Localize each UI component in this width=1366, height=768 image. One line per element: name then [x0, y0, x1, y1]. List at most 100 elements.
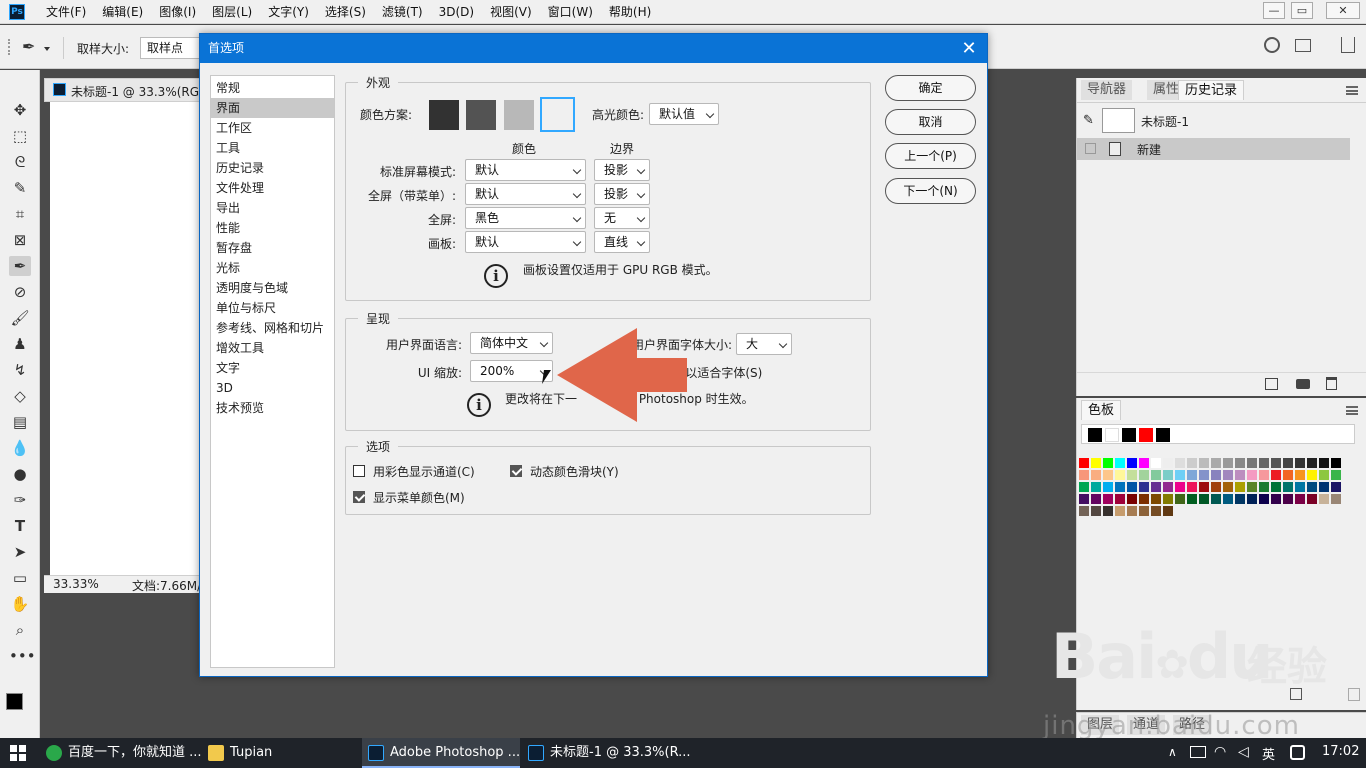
menu-file[interactable]: 文件(F) — [38, 0, 94, 24]
category-export[interactable]: 导出 — [211, 198, 334, 218]
swatch[interactable] — [1283, 494, 1293, 504]
swatch[interactable] — [1199, 470, 1209, 480]
eraser-tool-icon[interactable]: ◇ — [9, 386, 31, 406]
swatch[interactable] — [1115, 494, 1125, 504]
swatch[interactable] — [1103, 470, 1113, 480]
swatch[interactable] — [1127, 506, 1137, 516]
swatch[interactable] — [1163, 482, 1173, 492]
dynamic-sliders-checkbox[interactable] — [510, 465, 522, 477]
stamp-tool-icon[interactable]: ♟ — [9, 334, 31, 354]
new-swatch-icon[interactable] — [1290, 688, 1302, 700]
scheme-swatch-dark[interactable] — [429, 100, 459, 130]
swatch[interactable] — [1079, 494, 1089, 504]
swatch[interactable] — [1211, 458, 1221, 468]
pen-tool-icon[interactable]: ✑ — [9, 490, 31, 510]
healing-tool-icon[interactable]: ⊘ — [9, 282, 31, 302]
document-canvas[interactable] — [50, 102, 200, 575]
swatch[interactable] — [1088, 428, 1102, 442]
swatch-grid[interactable] — [1079, 458, 1343, 530]
swatch[interactable] — [1283, 482, 1293, 492]
swatch[interactable] — [1139, 428, 1153, 442]
workspace-icon[interactable] — [1295, 39, 1311, 52]
category-3d[interactable]: 3D — [211, 378, 334, 398]
category-general[interactable]: 常规 — [211, 78, 334, 98]
swatch[interactable] — [1211, 482, 1221, 492]
swatch[interactable] — [1079, 506, 1089, 516]
history-brush-icon[interactable]: ✎ — [1083, 113, 1094, 128]
menu-window[interactable]: 窗口(W) — [540, 0, 601, 24]
more-tools-icon[interactable]: ••• — [9, 646, 36, 666]
swatch[interactable] — [1091, 458, 1101, 468]
swatch[interactable] — [1187, 470, 1197, 480]
swatch[interactable] — [1175, 482, 1185, 492]
prev-button[interactable]: 上一个(P) — [885, 143, 976, 169]
hand-tool-icon[interactable]: ✋ — [9, 594, 31, 614]
swatch[interactable] — [1115, 482, 1125, 492]
swatch[interactable] — [1331, 482, 1341, 492]
swatch[interactable] — [1211, 494, 1221, 504]
taskbar-document[interactable]: 未标题-1 @ 33.3%(R... — [522, 738, 691, 768]
next-button[interactable]: 下一个(N) — [885, 178, 976, 204]
category-cursors[interactable]: 光标 — [211, 258, 334, 278]
share-icon[interactable] — [1341, 37, 1355, 53]
swatch[interactable] — [1091, 494, 1101, 504]
swatch[interactable] — [1151, 482, 1161, 492]
tab-history[interactable]: 历史记录 — [1178, 80, 1245, 100]
swatch[interactable] — [1103, 494, 1113, 504]
swatch[interactable] — [1199, 458, 1209, 468]
eyedropper-tool-icon[interactable]: ✒ — [22, 37, 35, 56]
taskbar-browser[interactable]: 百度一下，你就知道 ... — [40, 738, 202, 768]
swatch[interactable] — [1259, 494, 1269, 504]
menu-layer[interactable]: 图层(L) — [204, 0, 260, 24]
swatch[interactable] — [1319, 494, 1329, 504]
swatch[interactable] — [1199, 494, 1209, 504]
category-transparency[interactable]: 透明度与色域 — [211, 278, 334, 298]
fullscreen-border-select[interactable]: 无 — [594, 207, 650, 229]
crop-tool-icon[interactable]: ⌗ — [9, 204, 31, 224]
fullscreen-menus-color-select[interactable]: 默认 — [465, 183, 586, 205]
swatch[interactable] — [1163, 458, 1173, 468]
swatch[interactable] — [1163, 506, 1173, 516]
swatch[interactable] — [1127, 494, 1137, 504]
show-menu-colors-checkbox[interactable] — [353, 491, 365, 503]
blur-tool-icon[interactable]: 💧 — [9, 438, 31, 458]
fullscreen-color-select[interactable]: 黑色 — [465, 207, 586, 229]
swatch[interactable] — [1223, 494, 1233, 504]
gradient-tool-icon[interactable]: ▤ — [9, 412, 31, 432]
zoom-level[interactable]: 33.33% — [53, 577, 99, 591]
swatch[interactable] — [1199, 482, 1209, 492]
swatch[interactable] — [1151, 494, 1161, 504]
swatch[interactable] — [1271, 494, 1281, 504]
swatch[interactable] — [1103, 506, 1113, 516]
swatch[interactable] — [1091, 470, 1101, 480]
swatch[interactable] — [1295, 458, 1305, 468]
menu-view[interactable]: 视图(V) — [482, 0, 540, 24]
category-type[interactable]: 文字 — [211, 358, 334, 378]
swatch[interactable] — [1307, 494, 1317, 504]
ui-language-select[interactable]: 简体中文 — [470, 332, 553, 354]
swatch[interactable] — [1331, 458, 1341, 468]
swatch[interactable] — [1091, 482, 1101, 492]
swatch[interactable] — [1271, 482, 1281, 492]
swatch[interactable] — [1247, 494, 1257, 504]
trash-icon[interactable] — [1326, 377, 1337, 390]
menu-type[interactable]: 文字(Y) — [260, 0, 317, 24]
close-icon[interactable]: ✕ — [959, 34, 979, 63]
swatch[interactable] — [1122, 428, 1136, 442]
rectangle-tool-icon[interactable]: ▭ — [9, 568, 31, 588]
category-workspace[interactable]: 工作区 — [211, 118, 334, 138]
swatch[interactable] — [1271, 458, 1281, 468]
scheme-swatch-light[interactable] — [540, 97, 575, 132]
panel-menu-icon[interactable] — [1346, 406, 1358, 415]
ime-indicator[interactable]: 英 — [1262, 744, 1275, 763]
category-scratch-disks[interactable]: 暂存盘 — [211, 238, 334, 258]
category-history[interactable]: 历史记录 — [211, 158, 334, 178]
swatch[interactable] — [1115, 470, 1125, 480]
swatch[interactable] — [1235, 494, 1245, 504]
camera-icon[interactable] — [1296, 379, 1310, 389]
swatch[interactable] — [1127, 482, 1137, 492]
swatch[interactable] — [1163, 470, 1173, 480]
cancel-button[interactable]: 取消 — [885, 109, 976, 135]
artboard-color-select[interactable]: 默认 — [465, 231, 586, 253]
swatch[interactable] — [1163, 494, 1173, 504]
